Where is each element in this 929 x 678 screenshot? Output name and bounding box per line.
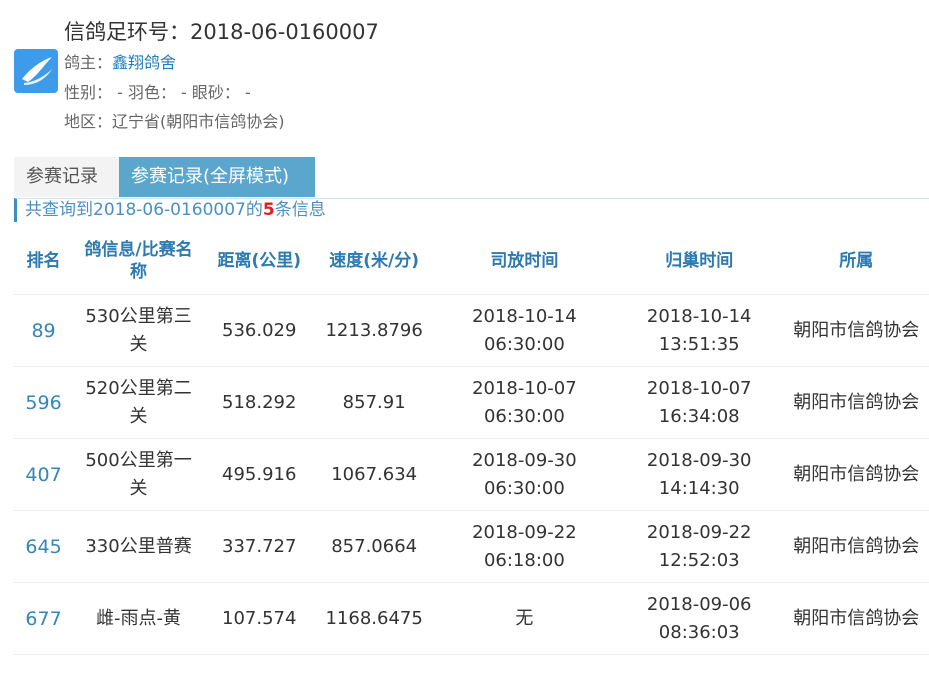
return-date: 2018-10-07 [646,377,752,399]
return-time-cell: 2018-09-30 14:14:30 [614,438,784,511]
return-time-cell: 2018-09-06 08:36:03 [614,582,784,655]
race-name-cell: 330公里普赛 [73,510,204,583]
table-row: 407 500公里第一关 495.916 1067.634 2018-09-30 06:3… [14,438,929,511]
distance-cell: 107.574 [203,582,315,655]
organization-cell: 朝阳市信鸽协会 [783,366,929,439]
table-row: 596 520公里第二关 518.292 857.91 2018-10-07 06:30:… [14,366,929,439]
owner-label: 鸽主： [64,53,113,72]
release-time-cell: 2018-09-30 06:30:00 [433,438,615,511]
distance-cell: 337.727 [203,510,315,583]
tab-race-records-fullscreen[interactable]: 参赛记录(全屏模式) [119,157,315,197]
owner-line: 鸽主：鑫翔鸽舍 [64,49,176,73]
release-time-cell: 无 [433,582,615,655]
result-summary: 共查询到2018-06-0160007的5条信息 [14,198,929,222]
speed-cell: 1067.634 [314,438,434,511]
organization-cell: 朝阳市信鸽协会 [783,438,929,511]
summary-suffix: 条信息 [274,200,326,220]
release-date: 2018-10-14 [472,305,577,327]
speed-cell: 1213.8796 [314,294,434,367]
header-return-time: 归巢时间 [665,251,734,271]
return-clock: 08:36:03 [658,621,740,643]
return-time-cell: 2018-10-14 13:51:35 [614,294,784,367]
release-time-cell: 2018-10-14 06:30:00 [433,294,615,367]
release-date: 2018-10-07 [472,377,577,399]
return-clock: 16:34:08 [658,405,740,427]
rank-cell: 596 [14,366,74,439]
rank-cell: 645 [14,510,74,583]
race-name-cell: 500公里第一关 [73,438,204,511]
tab-race-records[interactable]: 参赛记录 [14,157,119,197]
header-race: 鸽信息/比赛名称 [84,240,193,282]
organization-cell: 朝阳市信鸽协会 [783,294,929,367]
release-clock: 06:30:00 [483,477,565,499]
return-clock: 12:52:03 [658,549,740,571]
return-date: 2018-09-30 [646,449,752,471]
rank-cell: 677 [14,582,74,655]
speed-cell: 857.0664 [314,510,434,583]
table-header-row: 排名 鸽信息/比赛名称 距离(公里) 速度(米/分) 司放时间 归巢时间 所属 [14,228,929,295]
release-time-cell: 2018-09-22 06:18:00 [433,510,615,583]
header-rank: 排名 [26,251,61,271]
speed-cell: 857.91 [314,366,434,439]
race-records-table: 排名 鸽信息/比赛名称 距离(公里) 速度(米/分) 司放时间 归巢时间 所属 … [14,228,929,655]
return-time-cell: 2018-09-22 12:52:03 [614,510,784,583]
return-date: 2018-10-14 [646,305,752,327]
organization-cell: 朝阳市信鸽协会 [783,582,929,655]
summary-prefix: 共查询到2018-06-0160007的 [25,200,263,220]
release-date: 无 [515,607,534,629]
release-clock: 06:30:00 [483,333,565,355]
header-release-time: 司放时间 [490,251,559,271]
header-distance: 距离(公里) [217,251,302,271]
release-time-cell: 2018-10-07 06:30:00 [433,366,615,439]
distance-cell: 536.029 [203,294,315,367]
speed-cell: 1168.6475 [314,582,434,655]
return-clock: 14:14:30 [658,477,740,499]
table-row: 645 330公里普赛 337.727 857.0664 2018-09-22 06:18… [14,510,929,583]
region-value: 辽宁省(朝阳市信鸽协会) [112,112,285,131]
return-date: 2018-09-22 [646,521,752,543]
race-name-cell: 雌-雨点-黄 [73,582,204,655]
table-row: 677 雌-雨点-黄 107.574 1168.6475 无 2018-09-06 08:3… [14,582,929,655]
return-time-cell: 2018-10-07 16:34:08 [614,366,784,439]
organization-cell: 朝阳市信鸽协会 [783,510,929,583]
owner-link[interactable]: 鑫翔鸽舍 [112,53,176,72]
table-row: 89 530公里第三关 536.029 1213.8796 2018-10-14 06:3… [14,294,929,367]
release-date: 2018-09-30 [472,449,577,471]
page-title: 信鸽足环号：2018-06-0160007 [64,20,379,44]
header-speed: 速度(米/分) [329,251,420,271]
rank-cell: 89 [14,294,74,367]
race-name-cell: 530公里第三关 [73,294,204,367]
release-clock: 06:18:00 [483,549,565,571]
distance-cell: 495.916 [203,438,315,511]
distance-cell: 518.292 [203,366,315,439]
gender-line: 性别： - 羽色： - 眼砂： - [64,83,251,102]
pigeon-logo-icon [14,49,58,93]
header-organization: 所属 [839,251,874,271]
region-line: 地区：辽宁省(朝阳市信鸽协会) [64,108,285,132]
return-date: 2018-09-06 [646,593,752,615]
release-date: 2018-09-22 [472,521,577,543]
release-clock: 06:30:00 [483,405,565,427]
race-name-cell: 520公里第二关 [73,366,204,439]
rank-cell: 407 [14,438,74,511]
region-label: 地区： [64,112,113,131]
summary-count: 5 [262,200,275,220]
return-clock: 13:51:35 [658,333,740,355]
